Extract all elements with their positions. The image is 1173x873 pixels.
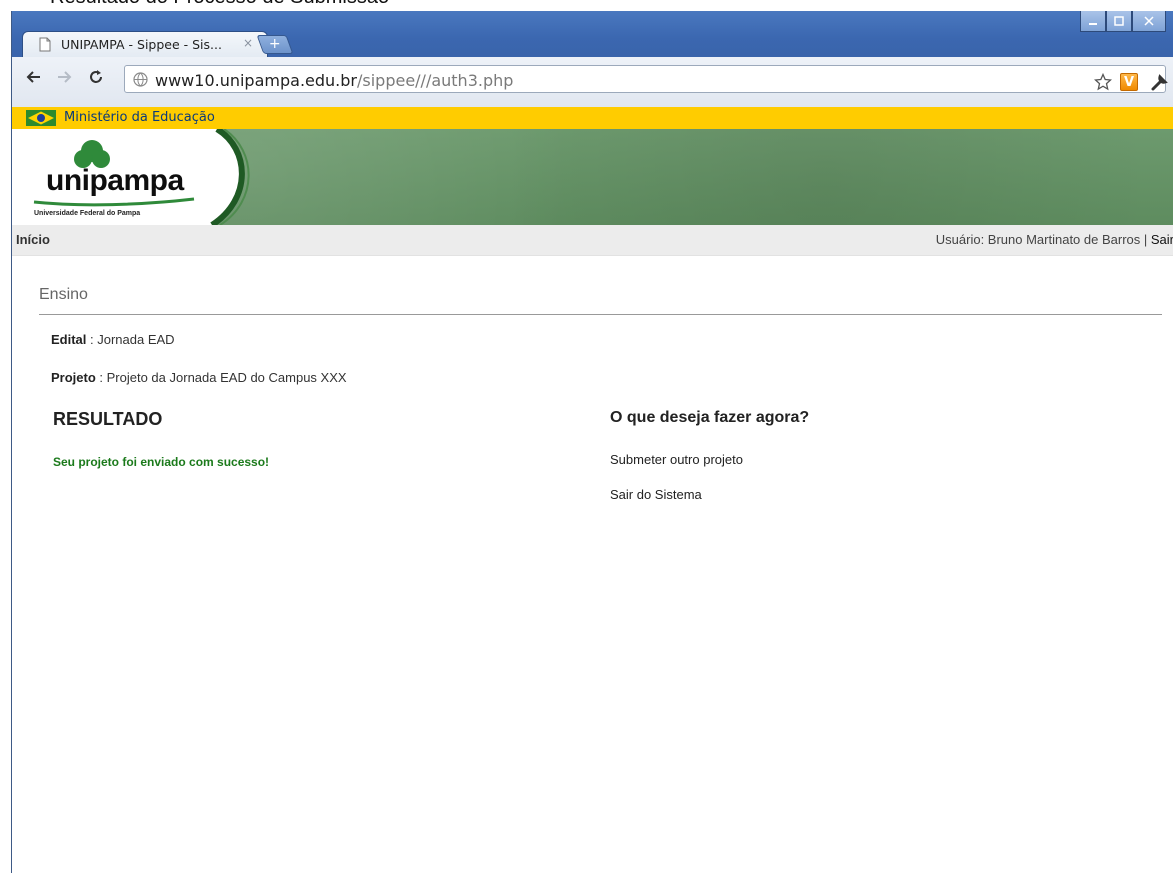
- reload-icon[interactable]: [88, 69, 104, 85]
- address-bar[interactable]: www10.unipampa.edu.br/sippee///auth3.php: [124, 65, 1166, 93]
- browser-tab[interactable]: UNIPAMPA - Sippee - Sis... ×: [22, 31, 268, 57]
- url-text: www10.unipampa.edu.br/sippee///auth3.php: [155, 71, 513, 90]
- bookmark-star-icon[interactable]: [1094, 73, 1112, 91]
- section-divider: [39, 314, 1162, 315]
- close-icon: [1144, 16, 1154, 26]
- maximize-icon: [1114, 16, 1124, 26]
- next-steps-heading: O que deseja fazer agora?: [610, 409, 810, 426]
- university-logo[interactable]: unipampa Universidade Federal do Pampa: [12, 129, 252, 225]
- browser-toolbar: www10.unipampa.edu.br/sippee///auth3.php…: [12, 57, 1173, 108]
- back-arrow-icon[interactable]: [26, 69, 42, 85]
- tab-strip: UNIPAMPA - Sippee - Sis... × +: [12, 11, 1173, 57]
- submit-another-project-link[interactable]: Submeter outro projeto: [610, 452, 743, 467]
- user-info: Usuário: Bruno Martinato de Barros | Sai…: [936, 232, 1173, 247]
- minimize-icon: [1089, 23, 1097, 25]
- projeto-label: Projeto: [51, 370, 96, 385]
- tab-title: UNIPAMPA - Sippee - Sis...: [61, 37, 222, 52]
- section-title: Ensino: [39, 286, 88, 303]
- wrench-icon[interactable]: [1149, 71, 1171, 93]
- logo-subtitle: Universidade Federal do Pampa: [34, 210, 141, 217]
- tab-close-icon[interactable]: ×: [243, 36, 253, 50]
- maximize-button[interactable]: [1106, 11, 1132, 32]
- plus-icon: +: [268, 36, 281, 52]
- success-message: Seu projeto foi enviado com sucesso!: [53, 455, 270, 469]
- nav-separator: |: [1140, 232, 1151, 247]
- projeto-field: Projeto : Projeto da Jornada EAD do Camp…: [51, 370, 347, 385]
- close-button[interactable]: [1132, 11, 1166, 32]
- logout-link[interactable]: Sair: [1151, 232, 1173, 247]
- page-icon: [39, 37, 51, 52]
- ministry-link[interactable]: Ministério da Educação: [64, 110, 215, 125]
- url-path: /sippee///auth3.php: [356, 71, 514, 90]
- projeto-value: : Projeto da Jornada EAD do Campus XXX: [95, 370, 347, 385]
- globe-icon: [133, 72, 148, 87]
- result-heading: RESULTADO: [53, 409, 163, 429]
- forward-arrow-icon[interactable]: [56, 69, 72, 85]
- exit-system-link[interactable]: Sair do Sistema: [610, 487, 702, 502]
- browser-window: UNIPAMPA - Sippee - Sis... × + www10.uni…: [11, 11, 1173, 873]
- edital-label: Edital: [51, 332, 87, 347]
- edital-field: Edital : Jornada EAD: [51, 332, 175, 347]
- window-controls: [1080, 11, 1166, 33]
- nav-home-link[interactable]: Início: [16, 232, 50, 247]
- brazil-flag-icon: [26, 110, 56, 126]
- extension-icon[interactable]: V: [1120, 73, 1138, 91]
- new-tab-button[interactable]: +: [256, 35, 294, 54]
- site-nav-bar: Início Usuário: Bruno Martinato de Barro…: [12, 225, 1173, 256]
- user-label: Usuário: Bruno Martinato de Barros: [935, 232, 1141, 247]
- edital-value: : Jornada EAD: [86, 332, 175, 347]
- minimize-button[interactable]: [1080, 11, 1106, 32]
- document-caption: Resultado do Processo de Submissão: [50, 0, 389, 9]
- logo-text: unipampa: [46, 164, 184, 197]
- url-host: www10.unipampa.edu.br: [155, 71, 357, 90]
- header-banner: unipampa Universidade Federal do Pampa: [12, 129, 1173, 225]
- government-bar: Ministério da Educação: [12, 107, 1173, 130]
